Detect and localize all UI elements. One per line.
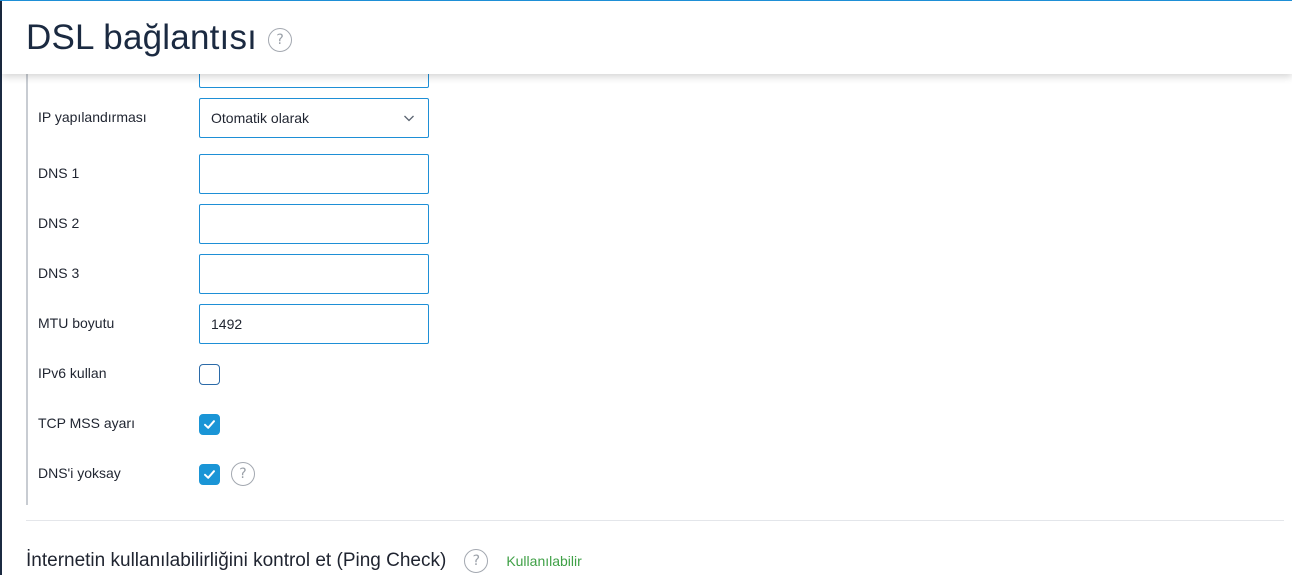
row-tcp-mss: TCP MSS ayarı	[28, 404, 1028, 444]
question-circle-icon[interactable]: ?	[268, 27, 293, 52]
row-dns2: DNS 2	[28, 204, 1028, 244]
row-ip-config: IP yapılandırması Otomatik olarak	[28, 98, 1028, 138]
dns1-label: DNS 1	[38, 165, 80, 181]
row-dns3: DNS 3	[28, 254, 1028, 294]
dns2-input[interactable]	[199, 204, 429, 244]
tcp-mss-checkbox[interactable]	[199, 414, 220, 435]
chevron-down-icon	[404, 115, 414, 122]
mtu-label: MTU boyutu	[38, 315, 115, 331]
ping-check-title: İnternetin kullanılabilirliğini kontrol …	[26, 550, 447, 571]
dns1-input[interactable]	[199, 154, 429, 194]
checkmark-icon	[204, 420, 215, 429]
dns3-input[interactable]	[199, 254, 429, 294]
row-ignore-dns: DNS'i yoksay ?	[28, 454, 1028, 494]
ignore-dns-label: DNS'i yoksay	[38, 465, 121, 481]
left-rail	[0, 0, 2, 575]
ip-config-select[interactable]: Otomatik olarak	[199, 98, 429, 138]
section-divider	[26, 520, 1284, 521]
row-mtu: MTU boyutu	[28, 304, 1028, 344]
checkmark-icon	[204, 470, 215, 479]
ip-config-value: Otomatik olarak	[211, 110, 310, 126]
question-circle-icon[interactable]: ?	[231, 462, 255, 486]
ignore-dns-checkbox[interactable]	[199, 464, 220, 485]
page: IP yapılandırması Otomatik olarak DNS 1 …	[0, 0, 1292, 575]
tcp-mss-label: TCP MSS ayarı	[38, 415, 135, 431]
row-dns1: DNS 1	[28, 154, 1028, 194]
top-accent-line	[0, 0, 1292, 1]
ip-config-label: IP yapılandırması	[38, 109, 147, 125]
page-header: DSL bağlantısı ?	[2, 1, 1292, 74]
page-title: DSL bağlantısı	[26, 17, 258, 57]
dsl-connection-form: IP yapılandırması Otomatik olarak DNS 1 …	[26, 0, 1286, 505]
ping-check-status: Kullanılabilir	[506, 553, 582, 569]
mtu-input[interactable]	[199, 304, 429, 344]
ipv6-label: IPv6 kullan	[38, 365, 107, 381]
question-circle-icon[interactable]: ?	[464, 549, 489, 573]
ping-check-section: İnternetin kullanılabilirliğini kontrol …	[26, 549, 582, 573]
row-ipv6: IPv6 kullan	[28, 354, 1028, 394]
dns2-label: DNS 2	[38, 215, 80, 231]
dns3-label: DNS 3	[38, 265, 80, 281]
ipv6-checkbox[interactable]	[199, 364, 220, 385]
